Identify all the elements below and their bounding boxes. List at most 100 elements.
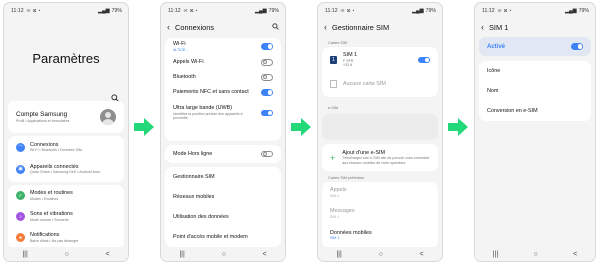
settings-item-3[interactable]: ♪ Sons et vibrations Mode sonore • Sonneri… (8, 206, 124, 227)
calls-row[interactable]: Appels SIM 1 (322, 182, 438, 203)
icon-option-label: Icône (487, 68, 501, 74)
home-button[interactable]: ○ (222, 251, 226, 258)
settings-item-2[interactable]: ✓ Modes et routines Modes • Routines (8, 185, 124, 206)
settings-item-label: Sons et vibrations (30, 211, 73, 218)
sim1-toggle[interactable] (418, 56, 430, 64)
account-card[interactable]: Compte Samsung Profil • Applications et … (8, 101, 124, 133)
uwb-toggle[interactable] (261, 109, 273, 117)
status-time: 11:12 (168, 7, 181, 14)
nfc-toggle[interactable] (261, 89, 273, 96)
airplane-mode-toggle[interactable] (261, 150, 273, 158)
nav-bar: ||| ○ < (318, 247, 442, 261)
page-title: Gestionnaire SIM (332, 22, 390, 32)
messages-row[interactable]: Messages SIM 1 (322, 203, 438, 224)
sim1-name: SIM 1 (343, 52, 358, 59)
back-button[interactable]: < (420, 251, 424, 258)
settings-item-sub: Wi-Fi • Bluetooth • Données SIM (30, 148, 82, 152)
mobile-data-row[interactable]: Données mobiles SIM 1 (322, 224, 438, 246)
preferred-sim-label: Cartes SIM préférées (328, 176, 365, 180)
data-usage-link[interactable]: Utilisation des données (165, 207, 281, 227)
back-arrow-icon[interactable]: ‹ (481, 22, 484, 32)
recent-apps-button[interactable]: ||| (179, 251, 184, 258)
page-title: Paramètres (32, 51, 100, 66)
wifi-calling-label: Appels Wi-Fi (173, 59, 204, 66)
sim1-row[interactable]: 1 SIM 1F SFR +33 6 (322, 47, 438, 73)
preferred-sim-card: Appels SIM 1 Messages SIM 1 Données mobile… (322, 182, 438, 248)
wifi-row[interactable]: Wi-Fi ALTICE... (165, 38, 281, 55)
sim1-active-card[interactable]: Activé (479, 37, 591, 56)
connections-links: Gestionnaire SIM Réseaux mobiles Utilisa… (165, 167, 281, 247)
recent-apps-button[interactable]: ||| (336, 251, 341, 258)
settings-item-4[interactable]: ● Notifications Barre d'état • Ne pas déra… (8, 227, 124, 248)
sim-manager-label: Gestionnaire SIM (173, 174, 215, 180)
no-sim-row: Aucune carte SIM (322, 73, 438, 95)
search-icon[interactable] (111, 89, 119, 102)
phone-sim1: 11:12 ✉ ⊠ • ▂▄▆ 79% ‹ SIM 1 Activé Icône … (474, 2, 596, 262)
sim1-active-toggle[interactable] (571, 43, 583, 50)
nfc-row[interactable]: Paiements NFC et sans contact (165, 85, 281, 100)
status-icons: ✉ ⊠ • (340, 7, 355, 13)
nav-bar: ||| ○ < (161, 247, 285, 261)
settings-item-sub: Quick Share • Samsung DeX • Android Auto (30, 170, 100, 174)
settings-item-0[interactable]: ◠ Connexions Wi-Fi • Bluetooth • Données S… (8, 136, 124, 158)
mobile-networks-link[interactable]: Réseaux mobiles (165, 187, 281, 207)
uwb-row[interactable]: Ultra large bande (UWB) Identifiez la pos… (165, 100, 281, 126)
battery-level: 79% (578, 7, 589, 14)
icon-option[interactable]: Icône (479, 61, 591, 81)
active-label: Activé (487, 43, 506, 50)
search-icon[interactable] (272, 22, 279, 32)
esim-section-label: e-SIM (328, 106, 339, 110)
avatar[interactable] (100, 109, 116, 125)
account-title: Compte Samsung (16, 110, 68, 118)
bluetooth-toggle[interactable] (261, 74, 273, 81)
routines-icon: ✓ (16, 191, 25, 200)
recent-apps-button[interactable]: ||| (493, 251, 498, 258)
sim1-badge-number: 1 (332, 57, 335, 63)
settings-item-sub: Modes • Routines (30, 196, 59, 201)
back-arrow-icon[interactable]: ‹ (167, 22, 170, 32)
sim-manager-link[interactable]: Gestionnaire SIM (165, 167, 281, 187)
status-icons: ✉ ⊠ • (497, 7, 512, 13)
settings-item-1[interactable]: ▣ Appareils connectés Quick Share • Samsun… (8, 158, 124, 180)
connections-toggles: Wi-Fi ALTICE... Appels Wi-Fi Bluetooth Pa… (165, 38, 281, 141)
wifi-toggle[interactable] (261, 43, 273, 50)
airplane-card[interactable]: Mode Hors ligne (165, 145, 281, 163)
no-sim-label: Aucune carte SIM (343, 81, 386, 87)
hotspot-label: Point d'accès mobile et modem (173, 234, 248, 240)
status-bar: 11:12 ✉ ⊠ • ▂▄▆ 79% (161, 3, 285, 15)
mobile-data-value: SIM 1 (330, 236, 340, 240)
back-arrow-icon[interactable]: ‹ (324, 22, 327, 32)
settings-item-sub: Barre d'état • Ne pas déranger (30, 238, 79, 243)
recent-apps-button[interactable]: ||| (22, 251, 27, 258)
back-button[interactable]: < (573, 251, 577, 258)
wifi-icon: ◠ (16, 142, 25, 152)
battery-level: 79% (111, 7, 122, 14)
data-usage-label: Utilisation des données (173, 214, 229, 220)
home-button[interactable]: ○ (534, 251, 538, 258)
back-button[interactable]: < (263, 251, 267, 258)
sim-empty-icon (330, 80, 337, 88)
add-esim-card[interactable]: + Ajout d'une e-SIM Téléchargez une e-SIM… (322, 144, 438, 171)
home-button[interactable]: ○ (65, 251, 69, 258)
esim-conversion-label: Conversion en e-SIM (487, 108, 538, 114)
bluetooth-row[interactable]: Bluetooth (165, 70, 281, 85)
sim1-options: Icône Nom Conversion en e-SIM (479, 61, 591, 121)
home-button[interactable]: ○ (379, 251, 383, 258)
header: ‹ Connexions (161, 17, 285, 37)
sim-cards-section-label: Cartes SIM (328, 41, 347, 45)
name-option[interactable]: Nom (479, 81, 591, 101)
status-bar: 11:12 ✉ ⊠ • ▂▄▆ 79% (318, 3, 442, 15)
account-sub: Profil • Applications et formulaires (16, 118, 70, 123)
status-icons: ✉ ⊠ • (26, 7, 41, 13)
phone-connexions: 11:12 ✉ ⊠ • ▂▄▆ 79% ‹ Connexions Wi-Fi ALT… (160, 2, 286, 262)
sim1-badge-icon: 1 (330, 56, 337, 64)
esim-conversion-option[interactable]: Conversion en e-SIM (479, 101, 591, 121)
back-button[interactable]: < (106, 251, 110, 258)
wifi-calling-row[interactable]: Appels Wi-Fi (165, 55, 281, 70)
wifi-network: ALTICE... (173, 47, 189, 52)
phone-sim-manager: 11:12 ✉ ⊠ • ▂▄▆ 79% ‹ Gestionnaire SIM Ca… (317, 2, 443, 262)
hotspot-link[interactable]: Point d'accès mobile et modem (165, 227, 281, 247)
wifi-calling-toggle[interactable] (261, 59, 273, 66)
calls-value: SIM 1 (330, 193, 340, 198)
mobile-networks-label: Réseaux mobiles (173, 194, 215, 200)
